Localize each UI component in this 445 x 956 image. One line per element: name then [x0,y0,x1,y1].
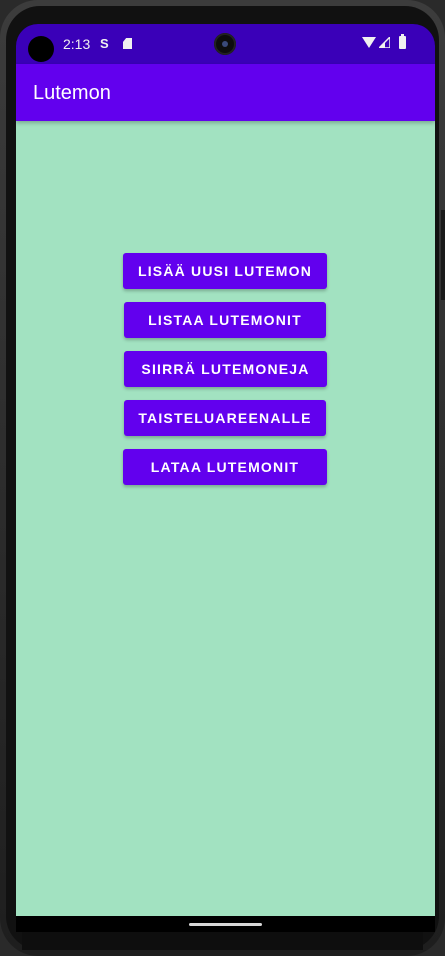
list-lutemons-button[interactable]: LISTAA LUTEMONIT [124,302,326,338]
wifi-icon [362,37,376,48]
move-lutemons-button[interactable]: SIIRRÄ LUTEMONEJA [124,351,327,387]
camera-cutout-icon [28,36,54,62]
app-title: Lutemon [33,82,111,104]
battery-icon [399,34,406,49]
status-bar: 2:13 S [16,24,435,64]
battle-arena-button[interactable]: TAISTELUAREENALLE [124,400,326,436]
home-gesture-handle[interactable] [189,923,262,926]
cell-signal-icon [379,37,390,48]
status-time: 2:13 [63,36,91,52]
load-lutemons-button[interactable]: LATAA LUTEMONIT [123,449,327,485]
add-new-lutemon-button[interactable]: LISÄÄ UUSI LUTEMON [123,253,327,289]
sd-card-icon [123,38,132,49]
bottom-bezel [22,932,423,950]
front-camera-icon [214,33,236,55]
main-content: LISÄÄ UUSI LUTEMON LISTAA LUTEMONIT SIIR… [16,121,435,916]
device-frame: 2:13 S Lutemon LISÄÄ UUSI LUTEMON LISTAA… [0,0,445,956]
power-button [441,210,445,300]
sim-icon: S [100,36,109,51]
phone-screen: 2:13 S Lutemon LISÄÄ UUSI LUTEMON LISTAA… [16,24,435,932]
app-bar: Lutemon [16,64,435,121]
